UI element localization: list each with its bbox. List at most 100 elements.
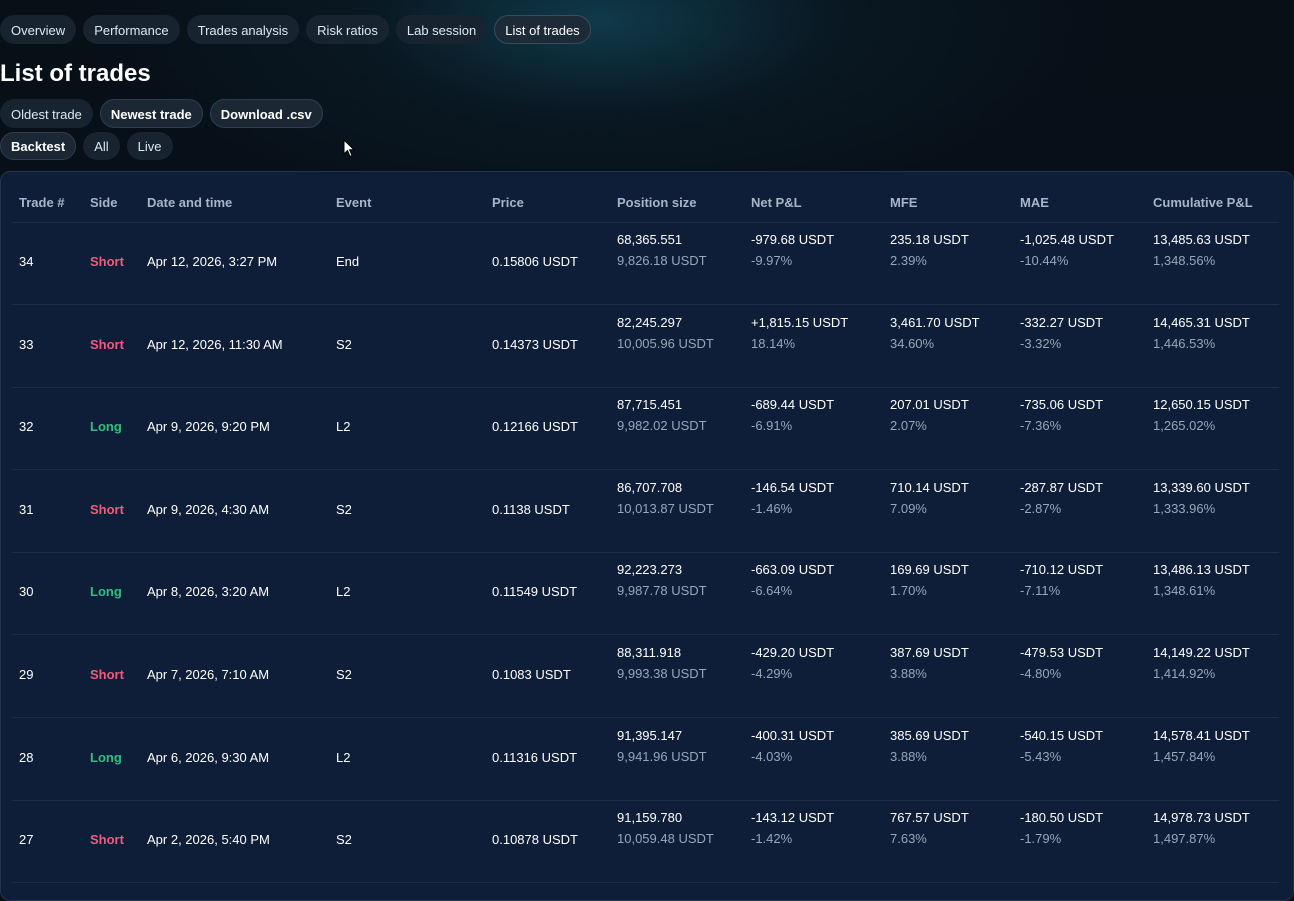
cell-net-pnl: -429.20 USDT xyxy=(751,645,835,660)
cell-cumulative-pnl: 13,485.63 USDT xyxy=(1153,232,1250,247)
cell-position-value: 10,013.87 USDT xyxy=(617,500,714,516)
cell-net-pnl: -663.09 USDT xyxy=(751,562,835,578)
cell-position-quantity: 68,365.551 xyxy=(617,232,683,247)
cell-cumulative-pnl: 14,578.41 USDT xyxy=(1153,727,1250,743)
cell-mfe: 387.69 USDT xyxy=(890,645,969,660)
cell-mfe: 710.14 USDT xyxy=(890,479,969,495)
cell-cumulative-pnl-percent: 1,333.96% xyxy=(1153,500,1216,516)
filter-live[interactable]: Live xyxy=(126,132,173,160)
cell-mae-percent: -10.44% xyxy=(1020,253,1069,268)
cell-cumulative-pnl-percent: 1,414.92% xyxy=(1153,666,1216,681)
cell-mfe-percent: 2.07% xyxy=(890,418,927,434)
cell-mfe: 235.18 USDT xyxy=(890,232,969,247)
cell-mfe: 169.69 USDT xyxy=(890,562,969,578)
cell-event: S2 xyxy=(336,667,352,682)
cell-date-time: Apr 12, 2026, 11:30 AM xyxy=(147,336,283,352)
cell-cumulative-pnl-percent: 1,348.56% xyxy=(1153,253,1216,268)
cell-mae-percent: -1.79% xyxy=(1020,831,1062,847)
cell-mae-percent: -7.36% xyxy=(1020,418,1062,434)
cell-cumulative-pnl-percent: 1,265.02% xyxy=(1153,418,1216,434)
col-trade-number[interactable]: Trade # xyxy=(19,195,65,210)
cell-trade-number: 30 xyxy=(19,584,34,600)
cell-net-pnl: -689.44 USDT xyxy=(751,397,835,413)
cell-mae-percent: -2.87% xyxy=(1020,500,1062,516)
cell-date-time: Apr 12, 2026, 3:27 PM xyxy=(147,254,278,269)
cell-trade-number: 34 xyxy=(19,254,34,269)
cell-mae: -479.53 USDT xyxy=(1020,645,1104,660)
tab-performance[interactable]: Performance xyxy=(83,15,180,44)
cell-event: L2 xyxy=(336,419,351,435)
table-row: 28 Long Apr 6, 2026, 9:30 AM L2 0.11316 USDT… xyxy=(12,718,1279,801)
cell-net-pnl-percent: -1.46% xyxy=(751,500,793,516)
cell-cumulative-pnl: 13,486.13 USDT xyxy=(1153,562,1250,578)
cell-position-value: 9,993.38 USDT xyxy=(617,666,707,681)
cell-event: S2 xyxy=(336,832,352,848)
cell-mae-percent: -5.43% xyxy=(1020,748,1062,764)
col-price[interactable]: Price xyxy=(492,195,524,210)
cell-mfe-percent: 34.60% xyxy=(890,335,935,351)
cell-event: S2 xyxy=(336,501,352,517)
newest-trade-button[interactable]: Newest trade xyxy=(99,99,203,128)
cell-price: 0.1138 USDT xyxy=(492,501,570,517)
tab-risk-ratios[interactable]: Risk ratios xyxy=(306,15,389,44)
cell-event: S2 xyxy=(336,336,352,352)
col-position-size[interactable]: Position size xyxy=(617,195,696,210)
filter-backtest[interactable]: Backtest xyxy=(0,132,77,160)
oldest-trade-button[interactable]: Oldest trade xyxy=(0,99,93,128)
cell-price: 0.12166 USDT xyxy=(492,419,578,435)
cell-side: Short xyxy=(90,667,124,682)
cell-side: Short xyxy=(90,501,124,517)
col-event[interactable]: Event xyxy=(336,195,371,210)
cell-position-value: 10,059.48 USDT xyxy=(617,831,714,847)
cell-position-value: 10,005.96 USDT xyxy=(617,335,714,351)
col-mfe[interactable]: MFE xyxy=(890,195,917,210)
mouse-cursor-icon xyxy=(343,139,355,158)
cell-event: End xyxy=(336,254,360,269)
cell-side: Short xyxy=(90,336,124,352)
cell-position-quantity: 91,159.780 xyxy=(617,810,683,826)
cell-net-pnl-percent: -9.97% xyxy=(751,253,793,268)
tab-list-of-trades[interactable]: List of trades xyxy=(494,15,591,44)
cell-trade-number: 27 xyxy=(19,832,34,848)
col-cumulative-pnl[interactable]: Cumulative P&L xyxy=(1153,195,1253,210)
tab-lab-session[interactable]: Lab session xyxy=(395,15,488,44)
cell-trade-number: 31 xyxy=(19,501,34,517)
cell-mfe-percent: 7.09% xyxy=(890,500,927,516)
tab-trades-analysis[interactable]: Trades analysis xyxy=(186,15,300,44)
cell-cumulative-pnl: 14,465.31 USDT xyxy=(1153,314,1250,330)
cell-cumulative-pnl: 12,650.15 USDT xyxy=(1153,397,1250,413)
cell-mfe: 385.69 USDT xyxy=(890,727,969,743)
cell-date-time: Apr 2, 2026, 5:40 PM xyxy=(147,832,270,848)
col-mae[interactable]: MAE xyxy=(1020,195,1049,210)
cell-trade-number: 29 xyxy=(19,667,34,682)
table-row: 32 Long Apr 9, 2026, 9:20 PM L2 0.12166 USDT… xyxy=(12,387,1279,471)
cell-date-time: Apr 6, 2026, 9:30 AM xyxy=(147,749,270,765)
cell-net-pnl-percent: -6.91% xyxy=(751,418,793,434)
filter-all[interactable]: All xyxy=(83,132,120,160)
cell-mfe-percent: 2.39% xyxy=(890,253,927,268)
cell-position-quantity: 86,707.708 xyxy=(617,479,683,495)
cell-mae: -180.50 USDT xyxy=(1020,810,1104,826)
cell-date-time: Apr 7, 2026, 7:10 AM xyxy=(147,667,270,682)
download-csv-button[interactable]: Download .csv xyxy=(209,99,323,128)
col-date-time[interactable]: Date and time xyxy=(147,195,232,210)
cell-price: 0.11316 USDT xyxy=(492,749,578,765)
cell-side: Short xyxy=(90,832,124,848)
cell-price: 0.11549 USDT xyxy=(492,584,578,600)
cell-mae: -735.06 USDT xyxy=(1020,397,1104,413)
cell-net-pnl: +1,815.15 USDT xyxy=(751,314,849,330)
cell-cumulative-pnl-percent: 1,446.53% xyxy=(1153,335,1216,351)
col-net-pnl[interactable]: Net P&L xyxy=(751,195,802,210)
tab-overview[interactable]: Overview xyxy=(0,15,77,44)
page-title: List of trades xyxy=(0,60,151,87)
cell-cumulative-pnl: 13,339.60 USDT xyxy=(1153,479,1250,495)
cell-price: 0.10878 USDT xyxy=(492,832,578,848)
cell-position-value: 9,987.78 USDT xyxy=(617,583,707,599)
cell-net-pnl-percent: -4.29% xyxy=(751,666,793,681)
cell-mae: -1,025.48 USDT xyxy=(1020,232,1114,247)
cell-trade-number: 32 xyxy=(19,419,34,435)
cell-side: Long xyxy=(90,749,122,765)
cell-mfe-percent: 1.70% xyxy=(890,583,927,599)
cell-net-pnl: -143.12 USDT xyxy=(751,810,835,826)
col-side[interactable]: Side xyxy=(90,195,117,210)
